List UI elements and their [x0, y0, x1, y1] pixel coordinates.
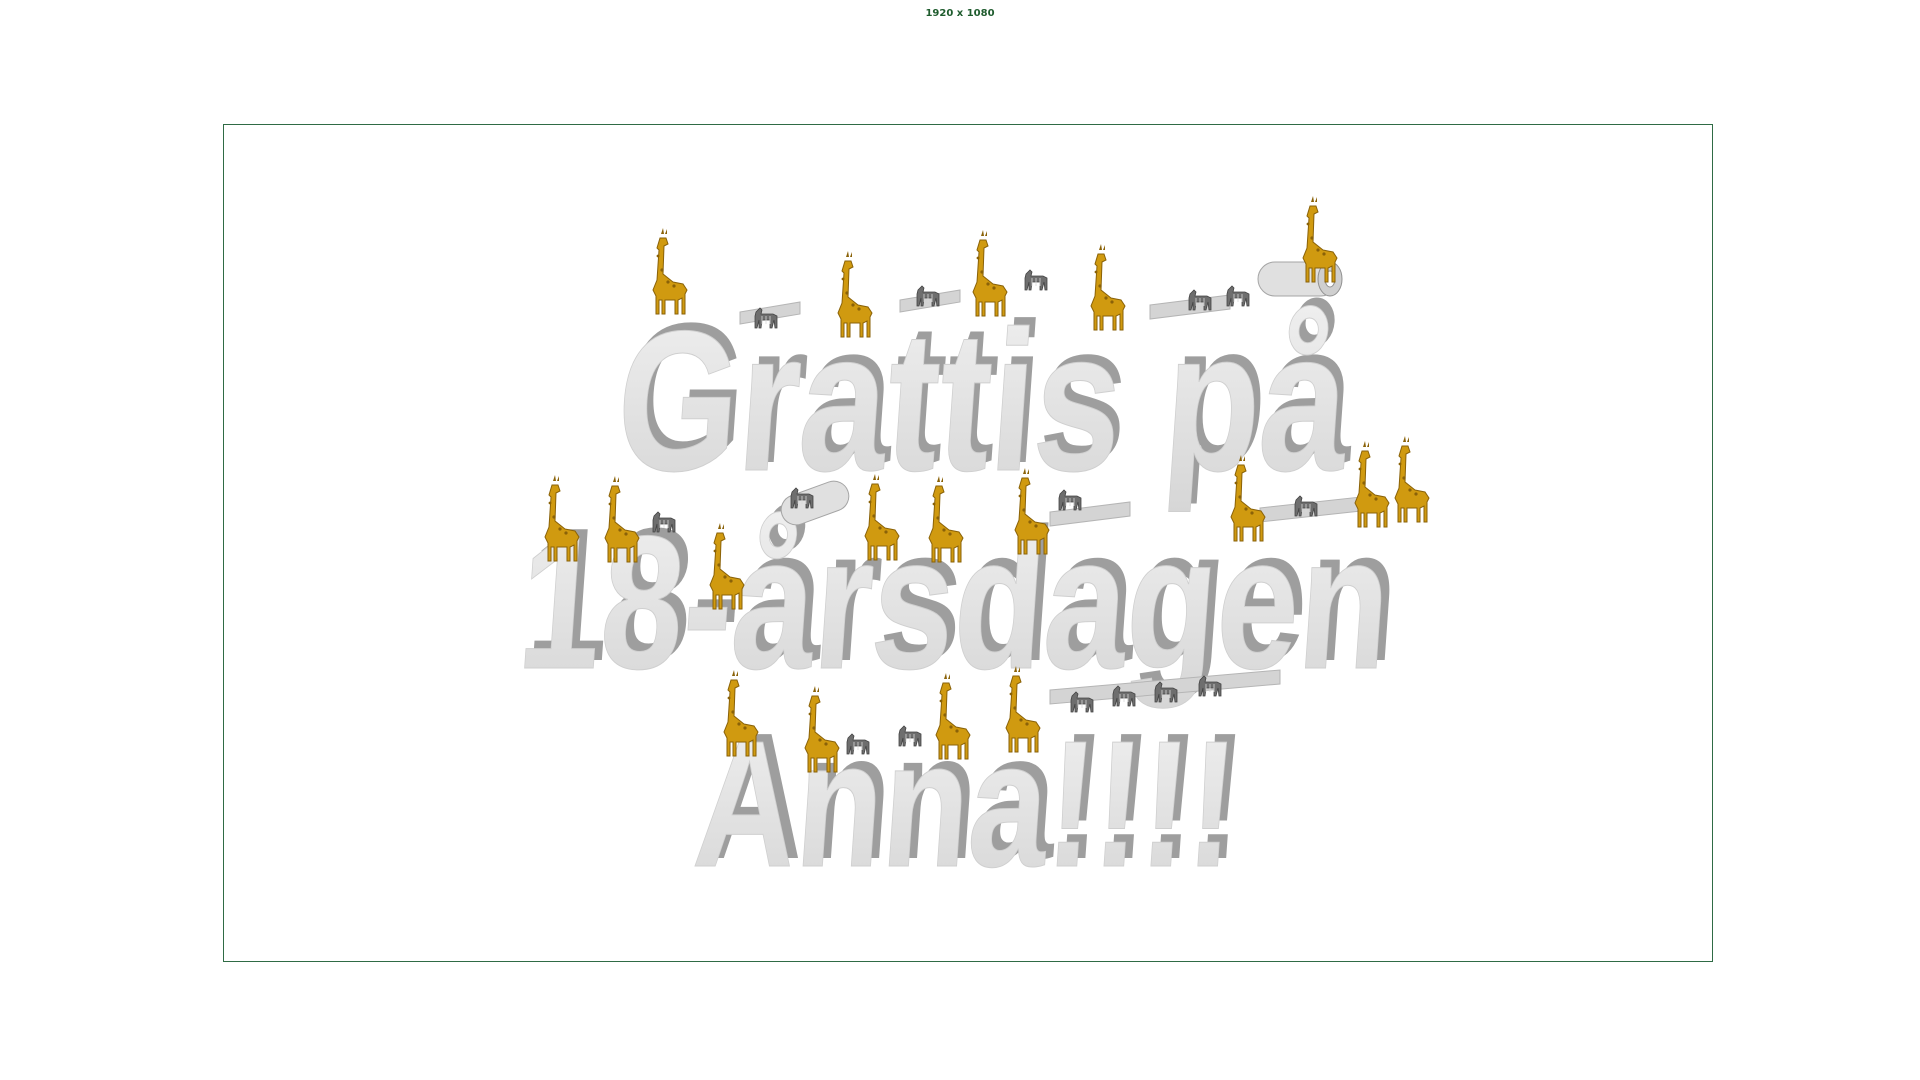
- giraffe-figure: [1394, 435, 1430, 523]
- line-1-face: Grattis på: [610, 290, 1356, 513]
- headline-3d-text: Grattis på Grattis på 18-årsdagen 18-års…: [512, 282, 1406, 905]
- line-1-face-group: Grattis på: [610, 290, 1357, 514]
- birthday-3d-scene: Grattis på Grattis på 18-årsdagen 18-års…: [512, 195, 1430, 905]
